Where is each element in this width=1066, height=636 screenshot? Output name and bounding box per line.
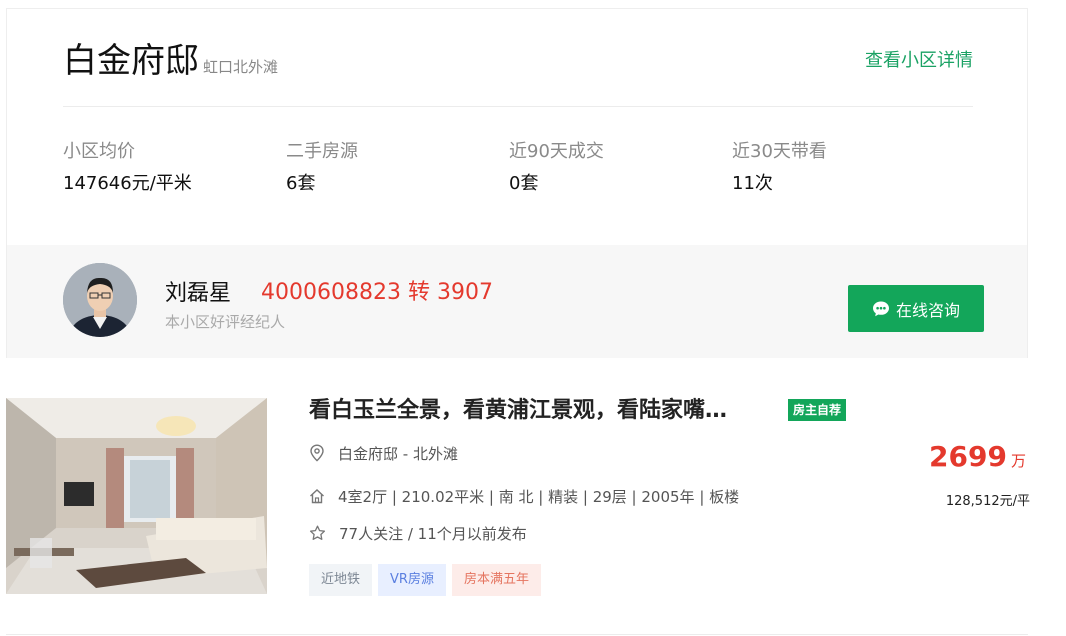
stat-value: 11次 <box>732 173 773 194</box>
community-detail-link[interactable]: 查看小区详情 <box>865 46 973 72</box>
community-name: 白金府邸 <box>63 41 199 81</box>
total-price-number: 2699 <box>929 440 1007 473</box>
stat-label: 小区均价 <box>63 141 135 162</box>
listing-title[interactable]: 看白玉兰全景，看黄浦江景观，看陆家嘴… <box>309 398 727 424</box>
stat-listings: 二手房源 6套 <box>286 139 506 197</box>
listing-house-info-row: 4室2厅 | 210.02平米 | 南 北 | 精装 | 29层 | 2005年… <box>309 485 739 507</box>
agent-bar: 刘磊星 4000608823 转 3907 本小区好评经纪人 在线咨询 <box>7 245 1027 358</box>
agent-avatar[interactable] <box>63 263 137 337</box>
stat-label: 近30天带看 <box>732 141 827 162</box>
listing-follow-info: 77人关注 / 11个月以前发布 <box>339 524 527 543</box>
community-card: 白金府邸 虹口北外滩 查看小区详情 小区均价 147646元/平米 二手房源 6… <box>6 8 1028 358</box>
stat-value: 6套 <box>286 173 316 194</box>
listing-total-price: 2699 万 <box>929 440 1026 473</box>
stat-label: 二手房源 <box>286 141 358 162</box>
listing-tags: 近地铁 VR房源 房本满五年 <box>309 564 547 596</box>
listing-unit-price: 128,512元/平 <box>945 494 1030 509</box>
listing-location[interactable]: 白金府邸 - 北外滩 <box>338 443 458 464</box>
online-consult-button[interactable]: 在线咨询 <box>848 285 984 332</box>
owner-recommend-badge: 房主自荐 <box>788 399 847 421</box>
community-header: 白金府邸 虹口北外滩 查看小区详情 <box>63 9 973 107</box>
listing-item[interactable]: 看白玉兰全景，看黄浦江景观，看陆家嘴… 房主自荐 白金府邸 - 北外滩 4室2厅… <box>6 398 1036 598</box>
location-pin-icon <box>310 444 324 462</box>
stat-avg-price: 小区均价 147646元/平米 <box>63 139 283 197</box>
listing-house-info: 4室2厅 | 210.02平米 | 南 北 | 精装 | 29层 | 2005年… <box>338 487 740 506</box>
agent-tag: 本小区好评经纪人 <box>165 313 286 331</box>
house-icon <box>310 489 324 504</box>
community-stats: 小区均价 147646元/平米 二手房源 6套 近90天成交 0套 近30天带看… <box>63 139 973 199</box>
star-icon <box>309 525 326 540</box>
stat-value: 147646元/平米 <box>63 173 192 194</box>
stat-deals-90d: 近90天成交 0套 <box>509 139 729 197</box>
listing-follow-row: 77人关注 / 11个月以前发布 <box>309 522 527 544</box>
tag-five-years: 房本满五年 <box>451 564 541 596</box>
list-divider <box>6 634 1028 635</box>
agent-avatar-image <box>63 263 137 337</box>
tag-vr-listing: VR房源 <box>378 564 446 596</box>
agent-name[interactable]: 刘磊星 <box>165 275 231 307</box>
stat-label: 近90天成交 <box>509 141 604 162</box>
stat-visits-30d: 近30天带看 11次 <box>732 139 952 197</box>
listing-location-row: 白金府邸 - 北外滩 <box>309 442 458 464</box>
listing-photo[interactable] <box>6 398 267 594</box>
tag-near-subway: 近地铁 <box>309 564 373 596</box>
consult-label: 在线咨询 <box>895 300 960 320</box>
agent-phone: 4000608823 转 3907 <box>261 280 493 305</box>
chat-bubble-icon <box>872 301 889 316</box>
living-room-photo <box>6 398 267 594</box>
stat-value: 0套 <box>509 173 539 194</box>
community-location: 虹口北外滩 <box>203 58 279 76</box>
total-price-unit: 万 <box>1010 452 1026 470</box>
